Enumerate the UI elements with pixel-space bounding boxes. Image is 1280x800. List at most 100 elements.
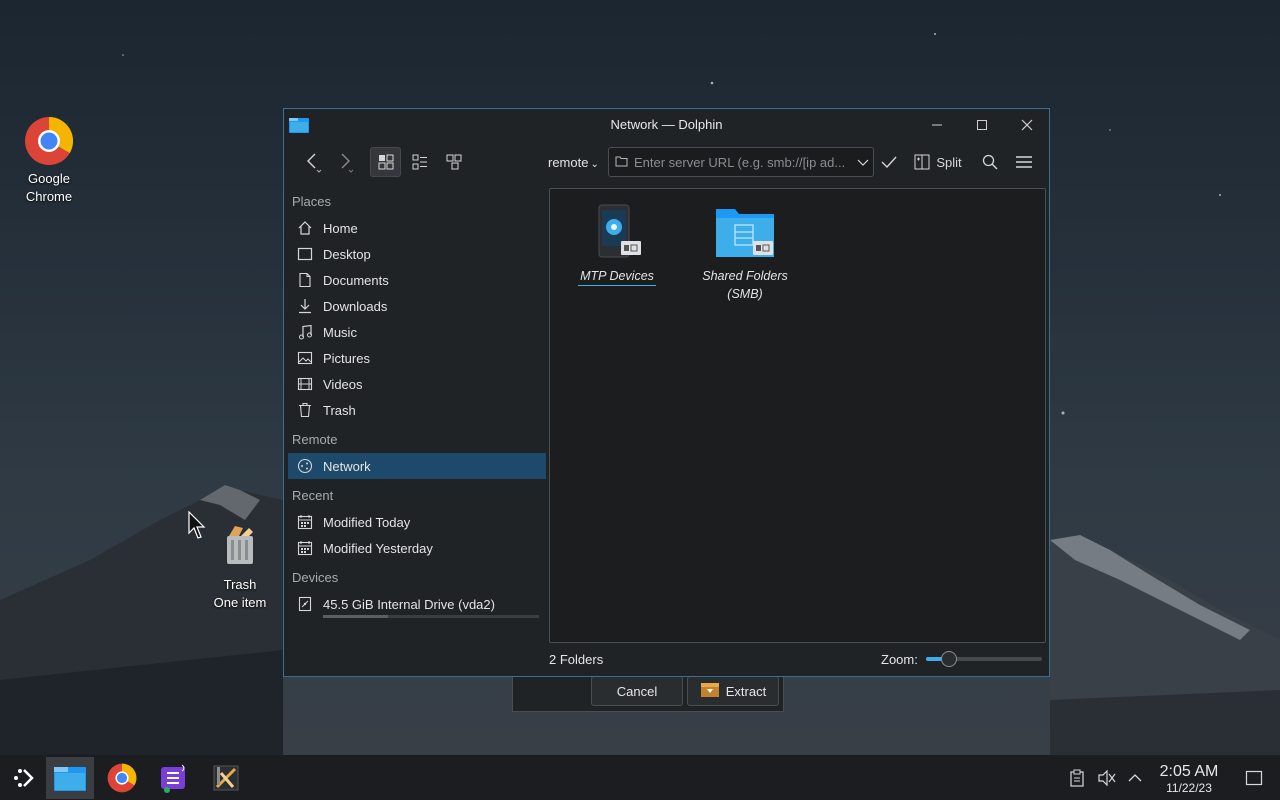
places-item-label: Videos [323, 376, 363, 392]
places-item-network[interactable]: Network [288, 453, 546, 479]
icons-view-button[interactable] [370, 147, 401, 177]
clipboard-icon[interactable] [1066, 767, 1088, 789]
cancel-label: Cancel [616, 683, 658, 699]
places-item-label: Downloads [323, 298, 388, 314]
places-item-downloads[interactable]: Downloads [288, 293, 546, 319]
desktop-icon-label: Trash [223, 577, 257, 592]
calendar-icon [296, 513, 314, 531]
clock-date: 11/22/23 [1166, 781, 1212, 795]
extract-button[interactable]: Extract [687, 676, 779, 706]
places-item-label: Home [323, 220, 358, 236]
split-button[interactable]: Split [910, 147, 966, 177]
folder-item-label: MTP Devices [578, 267, 656, 286]
app-launcher-icon [14, 769, 34, 787]
places-item-label: 45.5 GiB Internal Drive (vda2) [323, 596, 495, 612]
desktop-icon-google-chrome[interactable]: Google Chrome [4, 116, 94, 206]
taskbar-dolphin[interactable] [46, 757, 94, 799]
application-launcher-button[interactable] [0, 757, 48, 799]
places-item-label: Network [323, 458, 371, 474]
breadcrumb[interactable]: remote ⌄ [548, 155, 599, 170]
cancel-button[interactable]: Cancel [591, 676, 683, 706]
back-arrow-icon [307, 153, 322, 173]
downloads-icon [296, 297, 314, 315]
file-view[interactable]: MTP Devices Shared Folders (SMB) [549, 188, 1046, 643]
desktop-icon-trash[interactable]: Trash One item [195, 522, 285, 612]
forward-button[interactable] [332, 147, 358, 177]
split-view-icon [914, 154, 930, 170]
folder-icon [615, 155, 628, 170]
search-button[interactable] [978, 147, 1002, 177]
devices-section-title: Devices [292, 570, 339, 585]
places-item-music[interactable]: Music [288, 319, 546, 345]
dolphin-app-icon [54, 767, 86, 791]
chevron-down-icon [857, 159, 869, 166]
remote-section-title: Remote [292, 432, 338, 447]
folder-item-shared-folders[interactable]: Shared Folders (SMB) [685, 203, 805, 303]
volume-muted-icon[interactable] [1096, 767, 1118, 789]
places-item-home[interactable]: Home [288, 215, 546, 241]
url-dropdown-button[interactable] [854, 147, 872, 177]
places-item-modified-yesterday[interactable]: Modified Yesterday [288, 535, 546, 561]
split-label: Split [936, 154, 962, 170]
places-item-label: Desktop [323, 246, 371, 262]
taskbar-chrome[interactable] [98, 757, 146, 799]
drive-usage-fill [323, 615, 388, 618]
confirm-url-button[interactable] [878, 147, 900, 177]
close-button[interactable] [1016, 115, 1038, 135]
search-icon [982, 154, 998, 170]
places-item-pictures[interactable]: Pictures [288, 345, 546, 371]
places-item-modified-today[interactable]: Modified Today [288, 509, 546, 535]
mtp-device-icon [587, 203, 647, 261]
places-item-internal-drive[interactable]: 45.5 GiB Internal Drive (vda2) [288, 591, 546, 618]
extract-icon [700, 682, 720, 701]
places-item-label: Pictures [323, 350, 370, 366]
places-item-label: Modified Yesterday [323, 540, 433, 556]
show-desktop-icon[interactable] [1243, 767, 1265, 789]
places-item-label: Documents [323, 272, 389, 288]
forward-arrow-icon [341, 153, 354, 173]
icons-view-icon [378, 154, 393, 170]
hamburger-menu-icon [1016, 156, 1032, 168]
desktop-icon-label: Google [28, 171, 70, 186]
window-titlebar[interactable]: Network — Dolphin [284, 109, 1049, 141]
drive-usage-bar [323, 615, 539, 618]
back-button[interactable] [300, 147, 326, 177]
menu-button[interactable] [1012, 147, 1036, 177]
chrome-icon [24, 116, 74, 166]
places-item-label: Music [323, 324, 357, 340]
show-hidden-icons-icon[interactable] [1124, 767, 1146, 789]
folder-count: 2 Folders [549, 652, 604, 667]
maximize-button[interactable] [971, 115, 993, 135]
folder-item-mtp-devices[interactable]: MTP Devices [557, 203, 677, 286]
places-section-title: Places [292, 194, 332, 209]
places-item-label: Modified Today [323, 514, 411, 530]
clock[interactable]: 2:05 AM 11/22/23 [1150, 763, 1228, 795]
taskbar-discover[interactable] [150, 757, 198, 799]
music-icon [296, 323, 314, 341]
pictures-icon [296, 349, 314, 367]
details-view-button[interactable] [440, 147, 468, 177]
zoom-slider-handle[interactable] [941, 651, 958, 667]
videos-icon [296, 375, 314, 393]
folder-item-label: (SMB) [727, 287, 763, 301]
drive-icon [296, 595, 314, 613]
places-item-desktop[interactable]: Desktop [288, 241, 546, 267]
places-item-videos[interactable]: Videos [288, 371, 546, 397]
network-folder-icon [715, 203, 775, 261]
compact-view-button[interactable] [406, 147, 434, 177]
zoom-slider[interactable] [926, 651, 1042, 667]
minimize-button[interactable] [926, 115, 948, 135]
dolphin-window: Network — Dolphin remote ⌄ Enter server … [283, 108, 1050, 677]
ark-archiver-icon [213, 765, 239, 791]
clock-time: 2:05 AM [1159, 763, 1219, 780]
network-icon [296, 457, 314, 475]
places-item-trash[interactable]: Trash [288, 397, 546, 423]
breadcrumb-remote: remote [548, 155, 589, 170]
taskbar-ark[interactable] [202, 757, 250, 799]
places-item-documents[interactable]: Documents [288, 267, 546, 293]
trash-icon [296, 401, 314, 419]
extract-label: Extract [725, 683, 767, 699]
documents-icon [296, 271, 314, 289]
url-input[interactable]: Enter server URL (e.g. smb://[ip ad... [608, 147, 874, 177]
trash-full-icon [215, 522, 265, 572]
